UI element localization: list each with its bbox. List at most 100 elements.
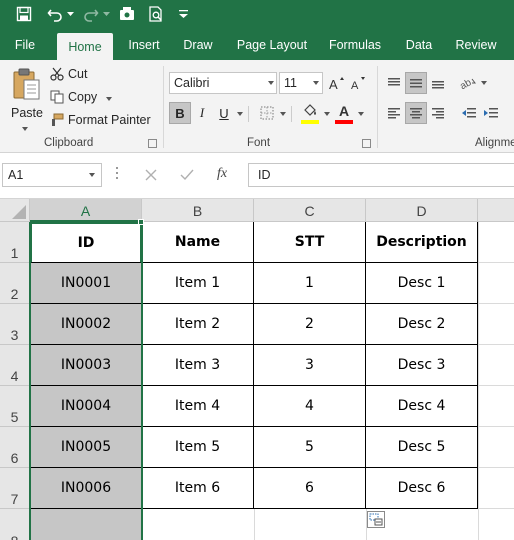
tab-review[interactable]: Review xyxy=(451,36,501,60)
cell-a7[interactable]: IN0006 xyxy=(31,468,142,509)
cell[interactable] xyxy=(31,509,141,540)
paste-button[interactable]: Paste xyxy=(6,66,46,132)
borders-dropdown-icon[interactable] xyxy=(280,112,286,116)
column-header-b[interactable]: B xyxy=(142,199,254,222)
tab-home[interactable]: Home xyxy=(57,33,113,60)
cell-a6[interactable]: IN0005 xyxy=(31,427,142,468)
cell-c5[interactable]: 4 xyxy=(254,386,366,427)
cell-d7[interactable]: Desc 6 xyxy=(366,468,478,509)
enter-checkmark-icon[interactable] xyxy=(179,167,195,183)
paste-dropdown-icon[interactable] xyxy=(22,127,28,131)
row-header[interactable]: 5 xyxy=(0,386,30,427)
font-family-select[interactable]: Calibri xyxy=(169,72,277,94)
clipboard-dialog-launcher-icon[interactable] xyxy=(148,139,157,148)
italic-button[interactable]: I xyxy=(191,102,213,124)
copy-button[interactable]: Copy xyxy=(50,88,120,108)
cell-b5[interactable]: Item 4 xyxy=(142,386,254,427)
redo-icon[interactable] xyxy=(80,3,102,25)
align-left-button[interactable] xyxy=(383,102,405,124)
column-header-c[interactable]: C xyxy=(254,199,366,222)
bottom-align-button[interactable] xyxy=(427,72,449,94)
cell-d4[interactable]: Desc 3 xyxy=(366,345,478,386)
cell-c7[interactable]: 6 xyxy=(254,468,366,509)
formula-input[interactable]: ID xyxy=(248,163,514,187)
touch-mode-icon[interactable] xyxy=(116,3,138,25)
cut-button[interactable]: Cut xyxy=(50,65,140,85)
cell-b3[interactable]: Item 2 xyxy=(142,304,254,345)
tab-formulas[interactable]: Formulas xyxy=(323,36,387,60)
cancel-icon[interactable] xyxy=(143,167,159,183)
undo-dropdown-icon[interactable] xyxy=(66,3,74,25)
cell-d2[interactable]: Desc 1 xyxy=(366,263,478,304)
quick-analysis-button[interactable] xyxy=(367,511,385,528)
cell-d1[interactable]: Description xyxy=(366,222,478,263)
cell-b4[interactable]: Item 3 xyxy=(142,345,254,386)
tab-insert[interactable]: Insert xyxy=(121,36,167,60)
tab-data[interactable]: Data xyxy=(397,36,441,60)
orientation-button[interactable]: ab xyxy=(458,72,480,94)
align-center-button[interactable] xyxy=(405,102,427,124)
underline-dropdown-icon[interactable] xyxy=(237,112,243,116)
bold-button[interactable]: B xyxy=(169,102,191,124)
font-color-dropdown-icon[interactable] xyxy=(358,112,364,116)
copy-dropdown-icon[interactable] xyxy=(106,97,112,101)
row-header[interactable]: 8 xyxy=(0,509,30,540)
undo-icon[interactable] xyxy=(44,3,66,25)
font-family-dropdown-icon[interactable] xyxy=(268,81,274,85)
customize-toolbar-icon[interactable] xyxy=(176,3,190,25)
cell-a2[interactable]: IN0001 xyxy=(31,263,142,304)
cell-a4[interactable]: IN0003 xyxy=(31,345,142,386)
row-header[interactable]: 7 xyxy=(0,468,30,509)
cell-a1[interactable]: ID xyxy=(30,222,142,263)
select-all-button[interactable] xyxy=(0,199,30,222)
increase-indent-button[interactable] xyxy=(480,102,502,124)
save-icon[interactable] xyxy=(12,3,36,25)
name-box[interactable]: A1 xyxy=(2,163,102,187)
cell-d3[interactable]: Desc 2 xyxy=(366,304,478,345)
font-dialog-launcher-icon[interactable] xyxy=(362,139,371,148)
orientation-dropdown-icon[interactable] xyxy=(481,81,487,85)
column-header-a[interactable]: A xyxy=(30,199,142,222)
decrease-indent-button[interactable] xyxy=(458,102,480,124)
top-align-button[interactable] xyxy=(383,72,405,94)
column-header-d[interactable]: D xyxy=(366,199,478,222)
fill-handle[interactable] xyxy=(138,219,144,225)
cell-c6[interactable]: 5 xyxy=(254,427,366,468)
decrease-font-size-button[interactable]: A xyxy=(347,72,369,94)
align-right-button[interactable] xyxy=(427,102,449,124)
fill-color-dropdown-icon[interactable] xyxy=(324,112,330,116)
format-painter-button[interactable]: Format Painter xyxy=(50,111,151,131)
cell-b2[interactable]: Item 1 xyxy=(142,263,254,304)
middle-align-button[interactable] xyxy=(405,72,427,94)
worksheet-grid[interactable]: A B C D 1 2 3 4 5 6 7 8 ID Name STT Desc… xyxy=(0,199,514,540)
cell-a5[interactable]: IN0004 xyxy=(31,386,142,427)
underline-button[interactable]: U xyxy=(213,102,235,124)
row-header[interactable]: 3 xyxy=(0,304,30,345)
row-header[interactable]: 6 xyxy=(0,427,30,468)
cell-d5[interactable]: Desc 4 xyxy=(366,386,478,427)
redo-dropdown-icon[interactable] xyxy=(102,3,110,25)
row-header[interactable]: 2 xyxy=(0,263,30,304)
tab-page-layout[interactable]: Page Layout xyxy=(231,36,313,60)
print-preview-icon[interactable] xyxy=(145,3,167,25)
font-size-dropdown-icon[interactable] xyxy=(313,81,319,85)
cell-c2[interactable]: 1 xyxy=(254,263,366,304)
fill-color-button[interactable] xyxy=(299,100,321,122)
cell-a3[interactable]: IN0002 xyxy=(31,304,142,345)
cell-c4[interactable]: 3 xyxy=(254,345,366,386)
cell-c3[interactable]: 2 xyxy=(254,304,366,345)
increase-font-size-button[interactable]: A xyxy=(326,72,348,94)
row-header[interactable]: 1 xyxy=(0,222,30,263)
borders-button[interactable] xyxy=(256,102,278,124)
cell-b7[interactable]: Item 6 xyxy=(142,468,254,509)
tab-file[interactable]: File xyxy=(6,36,44,60)
cell-c1[interactable]: STT xyxy=(254,222,366,263)
tab-draw[interactable]: Draw xyxy=(177,36,219,60)
cell-b1[interactable]: Name xyxy=(142,222,254,263)
column-header-e[interactable] xyxy=(478,199,514,222)
font-color-button[interactable]: A xyxy=(333,100,355,122)
cell-b6[interactable]: Item 5 xyxy=(142,427,254,468)
row-header[interactable]: 4 xyxy=(0,345,30,386)
cell-d6[interactable]: Desc 5 xyxy=(366,427,478,468)
insert-function-icon[interactable]: fx xyxy=(217,166,227,182)
